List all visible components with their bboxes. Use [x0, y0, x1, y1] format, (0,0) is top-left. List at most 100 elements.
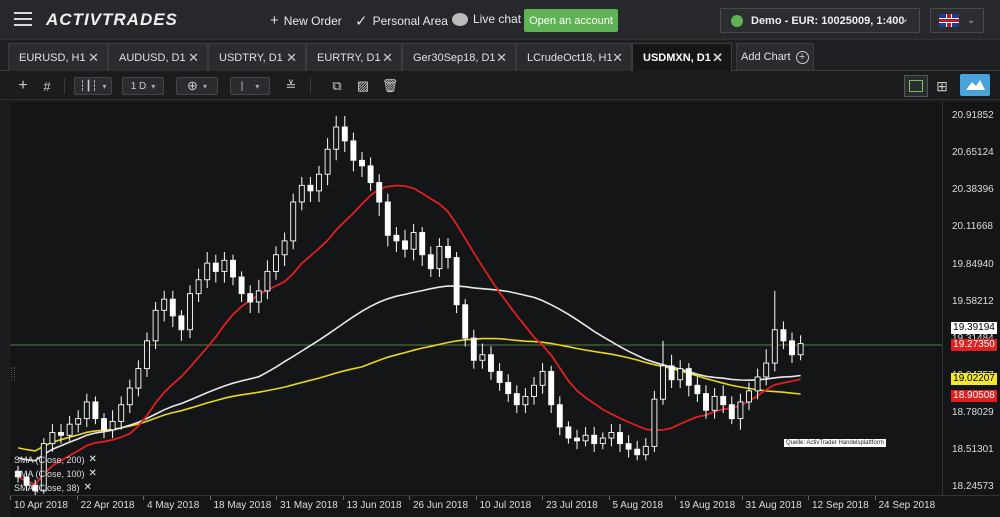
candle-body [410, 232, 417, 250]
close-icon[interactable]: ✕ [89, 454, 97, 465]
price-tag: 18.90508 [951, 389, 997, 402]
tab-label: USDTRY, D1 [219, 51, 283, 64]
time-tick-label: 24 Sep 2018 [878, 500, 936, 511]
candle-body [556, 404, 563, 428]
candle-body [367, 165, 374, 183]
personal-area-button[interactable]: ✓ Personal Area [355, 12, 448, 30]
chart-type-dropdown[interactable]: ┆┃┆ ▾ [74, 77, 112, 95]
fibonacci-icon[interactable]: ≚ [282, 77, 300, 95]
close-icon[interactable]: ✕ [612, 50, 623, 66]
chat-icon [452, 12, 468, 26]
candle-body [668, 365, 675, 381]
time-axis[interactable]: 10 Apr 2018 22 Apr 2018 4 May 2018 18 May 2… [10, 495, 1000, 517]
time-tick [276, 496, 277, 500]
trash-icon[interactable]: 🗑 [382, 77, 399, 95]
compare-icon[interactable]: ⧉ [328, 77, 346, 95]
price-tick-label: 18.78029 [952, 407, 994, 419]
checkmark-icon: ✓ [355, 13, 368, 30]
time-tick [143, 496, 144, 500]
quad-layout-button[interactable]: ⊞ [930, 75, 954, 97]
candle-body [187, 293, 193, 331]
candle-body [703, 393, 709, 411]
candle-body [350, 140, 357, 161]
candle-body [608, 432, 615, 439]
tab-usdtry[interactable]: USDTRY, D1 ✕ [208, 43, 306, 71]
time-tick-label: 4 May 2018 [147, 500, 200, 511]
live-chat-button[interactable]: Live chat [452, 12, 521, 26]
new-order-button[interactable]: + New Order [270, 12, 342, 29]
candle-body [109, 420, 116, 431]
tab-lcrude[interactable]: LCrudeOct18, H1 ✕ [516, 43, 632, 71]
time-tick [741, 496, 743, 500]
candle-body [66, 423, 73, 436]
candle-body [539, 370, 546, 386]
candle-body [427, 254, 434, 270]
tab-usdmxn[interactable]: USDMXN, D1 ✕ [632, 43, 732, 71]
candle-body [746, 390, 752, 403]
candle-body [264, 270, 271, 292]
drawing-tool-dropdown[interactable]: | ▾ [230, 77, 270, 95]
close-icon[interactable]: ✕ [84, 482, 92, 493]
top-bar: ACTIVTRADES + New Order ✓ Personal Area … [0, 0, 1000, 40]
screenshot-icon[interactable]: ▨ [354, 77, 372, 95]
close-icon[interactable]: ✕ [382, 50, 393, 66]
menu-icon[interactable] [14, 12, 32, 26]
time-tick [808, 496, 809, 500]
cloud-icon[interactable] [960, 74, 990, 96]
add-indicator-dropdown[interactable]: ⊕ ▾ [176, 77, 218, 95]
price-tick-label: 20.11668 [952, 221, 993, 233]
tab-label: USDMXN, D1 [643, 51, 711, 64]
candle-body [634, 448, 641, 456]
candle-body [522, 395, 529, 406]
account-selector[interactable]: Demo - EUR: 10025009, 1:400 ⌄ [720, 8, 920, 33]
tab-ger30[interactable]: Ger30Sep18, D1 ✕ [402, 43, 516, 71]
price-tag: 19.39194 [951, 322, 997, 335]
timeframe-dropdown[interactable]: 1 D ▾ [122, 77, 164, 95]
timeframe-label: 1 D [130, 80, 147, 92]
single-layout-button[interactable] [904, 75, 928, 97]
crosshair-icon[interactable]: + [14, 77, 32, 95]
candle-body [617, 432, 623, 445]
chevron-down-icon: ⌄ [899, 13, 909, 25]
close-icon[interactable]: ✕ [188, 50, 199, 66]
candle-body [58, 432, 64, 436]
price-tick-label: 19.84940 [952, 258, 994, 270]
add-chart-button[interactable]: Add Chart + [736, 43, 814, 71]
candle-body [144, 340, 150, 370]
close-icon[interactable]: ✕ [286, 50, 297, 66]
language-selector[interactable]: ⌄ [930, 8, 984, 33]
resize-handle[interactable] [11, 367, 15, 381]
time-tick-label: 18 May 2018 [213, 500, 272, 511]
candle-body [505, 382, 512, 395]
grid-icon[interactable]: # [38, 77, 56, 95]
candle-body [247, 293, 254, 303]
candle-body [737, 401, 744, 420]
time-tick [409, 496, 410, 500]
close-icon[interactable]: ✕ [88, 50, 99, 66]
price-chart[interactable]: SMA (Close, 200) ✕ SMA (Close, 100) ✕ SM… [10, 102, 942, 495]
candle-body [479, 354, 486, 361]
candle-body [728, 404, 735, 420]
close-icon[interactable]: ✕ [496, 50, 507, 66]
close-icon[interactable]: ✕ [712, 50, 723, 66]
price-axis[interactable]: 20.91852 20.65124 20.38396 20.11668 19.84940… [942, 102, 1000, 495]
tab-label: LCrudeOct18, H1 [527, 51, 613, 64]
time-tick-label: 10 Jul 2018 [479, 500, 532, 511]
candle-body [531, 384, 537, 397]
candle-body [212, 262, 219, 272]
sma-100-legend: SMA (Close, 100) ✕ [14, 468, 97, 479]
close-icon[interactable]: ✕ [89, 468, 97, 479]
candle-body [126, 387, 133, 406]
tab-eurusd[interactable]: EURUSD, H1 ✕ [8, 43, 108, 71]
candle-body [599, 437, 606, 445]
tab-eurtry[interactable]: EURTRY, D1 ✕ [306, 43, 402, 71]
plus-icon: + [270, 12, 279, 29]
chart-canvas[interactable] [10, 102, 942, 495]
price-tag: 19.27350 [951, 338, 997, 351]
price-tick-label: 18.51301 [952, 444, 994, 456]
candle-body [548, 370, 555, 406]
candle-body [384, 201, 391, 236]
tab-audusd[interactable]: AUDUSD, D1 ✕ [108, 43, 208, 71]
open-account-button[interactable]: Open an account [524, 9, 618, 32]
candle-body [281, 240, 288, 256]
